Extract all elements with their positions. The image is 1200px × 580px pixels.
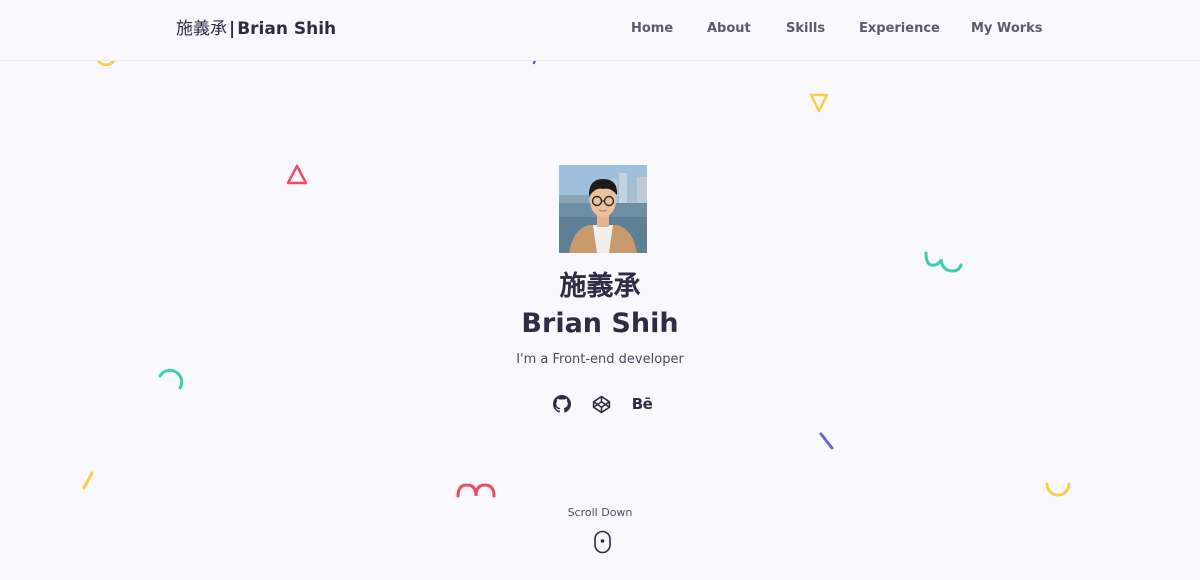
yellow-arc-bottom-shape bbox=[1045, 482, 1071, 497]
nav-about[interactable]: About bbox=[707, 21, 751, 36]
scroll-mouse-icon[interactable] bbox=[593, 530, 612, 554]
codepen-icon bbox=[592, 395, 610, 413]
red-double-arch-shape bbox=[456, 483, 496, 498]
hero-name-en: Brian Shih bbox=[521, 308, 679, 339]
behance-icon: Bē bbox=[631, 395, 653, 413]
nav-experience[interactable]: Experience bbox=[859, 21, 940, 36]
github-icon bbox=[553, 395, 571, 413]
hero-name-zh: 施義承 bbox=[559, 271, 641, 302]
yellow-dash-shape bbox=[82, 471, 94, 490]
purple-dash-shape bbox=[819, 432, 834, 450]
main-nav: Home About Skills Experience My Works bbox=[0, 21, 1200, 41]
social-links: Bē bbox=[0, 392, 1200, 416]
page: 施義承 | Brian Shih Home About Skills Experie… bbox=[0, 0, 1200, 580]
scroll-down-label: Scroll Down bbox=[567, 506, 633, 519]
behance-link[interactable]: Bē bbox=[630, 392, 654, 416]
codepen-link[interactable] bbox=[589, 392, 613, 416]
hero-tagline: I'm a Front-end developer bbox=[516, 352, 684, 367]
nav-my-works[interactable]: My Works bbox=[971, 21, 1043, 36]
teal-arc-shape bbox=[158, 368, 184, 390]
nav-skills[interactable]: Skills bbox=[786, 21, 825, 36]
yellow-triangle-shape bbox=[809, 93, 829, 113]
site-header: 施義承 | Brian Shih Home About Skills Experie… bbox=[0, 0, 1200, 61]
nav-home[interactable]: Home bbox=[631, 21, 673, 36]
red-triangle-shape bbox=[286, 164, 308, 185]
profile-photo bbox=[559, 165, 647, 253]
github-link[interactable] bbox=[550, 392, 574, 416]
